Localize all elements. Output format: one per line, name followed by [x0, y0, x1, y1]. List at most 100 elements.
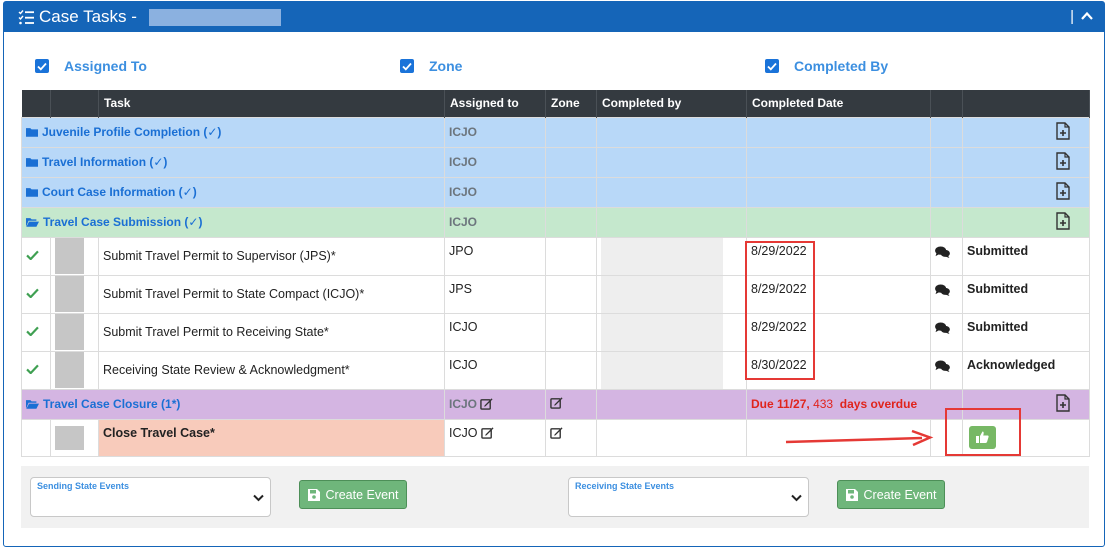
group-row[interactable]: Juvenile Profile Completion (✓) ICJO — [21, 116, 1090, 148]
save-icon — [307, 488, 320, 501]
save-icon — [845, 488, 858, 501]
task-zone — [545, 236, 597, 276]
create-event-label: Create Event — [863, 487, 937, 502]
collapse-chevron-up-icon[interactable] — [1080, 9, 1094, 23]
task-list-icon — [18, 10, 34, 25]
col-completed-by: Completed by — [596, 90, 747, 117]
receiving-state-events-select[interactable]: Receiving State Events — [568, 477, 809, 517]
task-name: Submit Travel Permit to State Compact (I… — [98, 274, 445, 314]
col-task: Task — [98, 90, 445, 117]
redacted-completed-by — [601, 237, 723, 275]
col-assigned-to: Assigned to — [444, 90, 546, 117]
completed-by-checkbox[interactable] — [765, 59, 779, 73]
create-event-button[interactable]: Create Event — [299, 480, 407, 509]
table-header-row: Task Assigned to Zone Completed by Compl… — [21, 90, 1090, 117]
group-link[interactable]: Travel Case Closure (1*) — [26, 397, 440, 411]
file-plus-icon[interactable] — [1055, 182, 1071, 200]
filter-zone[interactable]: Zone — [400, 58, 462, 74]
red-arrow — [785, 429, 934, 447]
create-event-button[interactable]: Create Event — [837, 480, 945, 509]
comments-icon[interactable] — [935, 246, 950, 258]
file-plus-icon[interactable] — [1055, 122, 1071, 140]
group-assigned: ICJO — [449, 155, 478, 169]
file-plus-icon[interactable] — [1055, 394, 1071, 412]
assigned-to-label: Assigned To — [64, 58, 147, 74]
create-event-label: Create Event — [325, 487, 399, 502]
comments-icon[interactable] — [935, 360, 950, 372]
task-name: Submit Travel Permit to Supervisor (JPS)… — [98, 236, 445, 276]
group-name: Travel Case Submission (✓) — [43, 215, 203, 229]
col-comments — [930, 90, 963, 117]
redacted-avatar — [55, 425, 84, 450]
comments-icon[interactable] — [935, 322, 950, 334]
folder-icon — [26, 187, 38, 197]
redacted-case-name — [148, 8, 281, 26]
checkmark-icon — [37, 62, 47, 71]
col-zone: Zone — [545, 90, 597, 117]
assigned-to-checkbox[interactable] — [35, 59, 49, 73]
group-link[interactable]: Travel Case Submission (✓) — [26, 215, 440, 229]
group-link[interactable]: Court Case Information (✓) — [26, 185, 440, 199]
group-link[interactable]: Travel Information (✓) — [26, 155, 440, 169]
due-label: Due — [751, 397, 774, 411]
select-label: Receiving State Events — [575, 481, 675, 491]
check-icon — [26, 288, 39, 298]
redacted-avatar — [55, 238, 84, 274]
group-row[interactable]: Travel Case Submission (✓) ICJO — [21, 206, 1090, 238]
table-row: Submit Travel Permit to State Compact (I… — [21, 274, 1090, 314]
group-name: Juvenile Profile Completion (✓) — [42, 125, 222, 139]
due-days: 433 — [813, 397, 834, 411]
table-row: Submit Travel Permit to Supervisor (JPS)… — [21, 236, 1090, 276]
group-row[interactable]: Court Case Information (✓) ICJO — [21, 176, 1090, 208]
edit-icon[interactable] — [481, 426, 494, 439]
group-assigned: ICJO — [449, 125, 478, 139]
sending-state-events-select[interactable]: Sending State Events — [30, 477, 271, 517]
panel-title: Case Tasks - — [39, 7, 137, 26]
due-text: Due 11/27, 433 days overdue — [751, 397, 917, 411]
highlight-box-dates — [745, 241, 815, 380]
task-status: Acknowledged — [962, 350, 1090, 390]
redacted-completed-by — [601, 351, 723, 389]
filter-completed-by[interactable]: Completed By — [765, 58, 888, 74]
header-divider: | — [1070, 8, 1074, 25]
edit-icon[interactable] — [480, 397, 493, 410]
col-status — [21, 90, 51, 117]
file-plus-icon[interactable] — [1055, 212, 1071, 230]
redacted-completed-by — [601, 313, 723, 351]
filter-assigned-to[interactable]: Assigned To — [35, 58, 147, 74]
group-row[interactable]: Travel Information (✓) ICJO — [21, 146, 1090, 178]
checkmark-icon — [767, 62, 777, 71]
group-link[interactable]: Juvenile Profile Completion (✓) — [26, 125, 440, 139]
task-name: Close Travel Case* — [98, 418, 445, 457]
task-status: Submitted — [962, 312, 1090, 352]
task-zone — [545, 274, 597, 314]
table-row: Receiving State Review & Acknowledgment*… — [21, 350, 1090, 390]
zone-label: Zone — [429, 58, 463, 74]
group-assigned: ICJO — [449, 397, 478, 411]
chevron-down-icon — [253, 494, 264, 502]
task-assigned: JPS — [444, 274, 546, 314]
group-name: Travel Case Closure (1*) — [43, 397, 181, 411]
file-plus-icon[interactable] — [1055, 152, 1071, 170]
table-row: Submit Travel Permit to Receiving State*… — [21, 312, 1090, 352]
edit-icon[interactable] — [550, 396, 563, 409]
checkmark-icon — [402, 62, 412, 71]
due-suffix: days overdue — [839, 397, 918, 411]
task-zone — [545, 312, 597, 352]
comments-icon[interactable] — [935, 284, 950, 296]
chevron-down-icon — [791, 494, 802, 502]
redacted-avatar — [55, 314, 84, 350]
folder-icon — [26, 127, 38, 137]
group-row[interactable]: Travel Case Closure (1*) ICJO Due 11/27,… — [21, 388, 1090, 420]
folder-icon — [26, 157, 38, 167]
task-name: Receiving State Review & Acknowledgment* — [98, 350, 445, 390]
edit-icon[interactable] — [550, 426, 563, 439]
task-assigned: ICJO — [444, 312, 546, 352]
check-icon — [26, 326, 39, 336]
redacted-avatar — [55, 276, 84, 312]
zone-checkbox[interactable] — [400, 59, 414, 73]
col-completed-date: Completed Date — [746, 90, 931, 117]
check-icon — [26, 250, 39, 260]
task-status: Submitted — [962, 236, 1090, 276]
folder-open-icon — [26, 399, 39, 409]
